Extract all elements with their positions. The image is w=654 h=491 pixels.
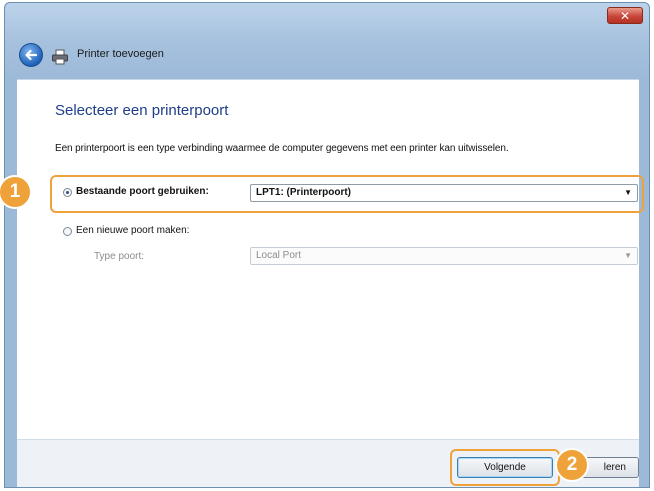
- step2-badge: 2: [555, 448, 589, 482]
- page-description: Een printerpoort is een type verbinding …: [55, 143, 509, 154]
- step1-highlight: [50, 175, 644, 213]
- page-title: Selecteer een printerpoort: [55, 102, 229, 119]
- window-title: Printer toevoegen: [77, 48, 164, 60]
- port-type-select[interactable]: Local Port ▼: [250, 247, 638, 265]
- new-port-label[interactable]: Een nieuwe poort maken:: [76, 225, 189, 236]
- port-type-label: Type poort:: [94, 251, 145, 262]
- new-port-radio[interactable]: [63, 227, 72, 236]
- back-button[interactable]: [19, 43, 43, 67]
- wizard-content: Selecteer een printerpoort Een printerpo…: [17, 79, 644, 440]
- step2-highlight: [450, 449, 560, 486]
- printer-icon: [52, 49, 68, 65]
- port-type-value: Local Port: [256, 250, 302, 261]
- wizard-footer: Volgende leren: [17, 439, 639, 487]
- chevron-down-icon: ▼: [624, 251, 632, 260]
- close-button[interactable]: ✕: [607, 7, 643, 24]
- close-icon: ✕: [619, 9, 631, 23]
- add-printer-window: ✕ Printer toevoegen Selecteer een printe…: [4, 2, 650, 488]
- back-arrow-icon: [25, 49, 38, 61]
